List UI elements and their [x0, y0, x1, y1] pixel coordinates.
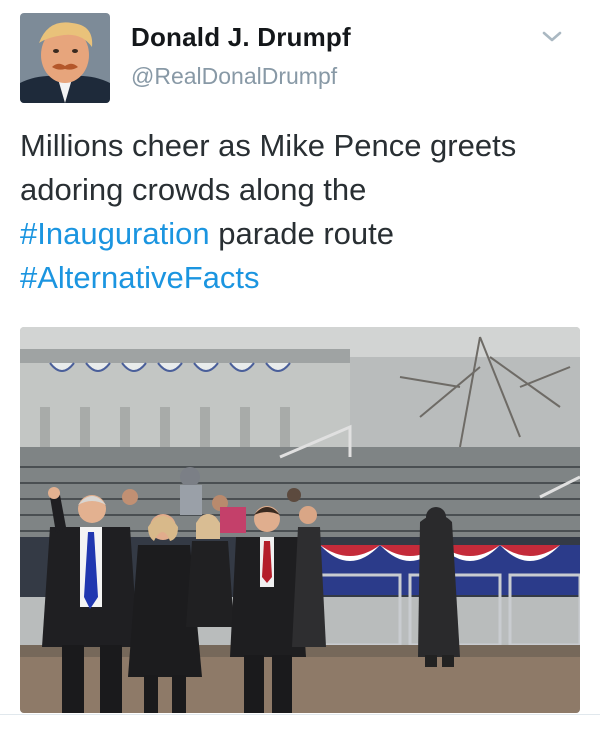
chevron-down-icon[interactable] [540, 28, 564, 46]
tweet-text: Millions cheer as Mike Pence greets ador… [20, 124, 580, 300]
tweet-text-segment: parade route [209, 216, 395, 251]
tweet-card: Donald J. Drumpf @RealDonalDrumpf Millio… [0, 0, 600, 735]
tweet-photo[interactable] [20, 327, 580, 713]
user-handle[interactable]: @RealDonalDrumpf [131, 63, 337, 90]
display-name[interactable]: Donald J. Drumpf [131, 22, 351, 53]
avatar[interactable] [20, 13, 110, 103]
tweet-text-line: adoring crowds along the [20, 172, 367, 207]
hashtag-alternative-facts[interactable]: #AlternativeFacts [20, 260, 260, 295]
tweet-text-line: #Inauguration parade route [20, 212, 580, 256]
tweet-text-line: Millions cheer as Mike Pence greets [20, 128, 517, 163]
divider [0, 714, 600, 715]
tweet-text-line: #AlternativeFacts [20, 256, 580, 300]
hashtag-inauguration[interactable]: #Inauguration [20, 216, 210, 251]
